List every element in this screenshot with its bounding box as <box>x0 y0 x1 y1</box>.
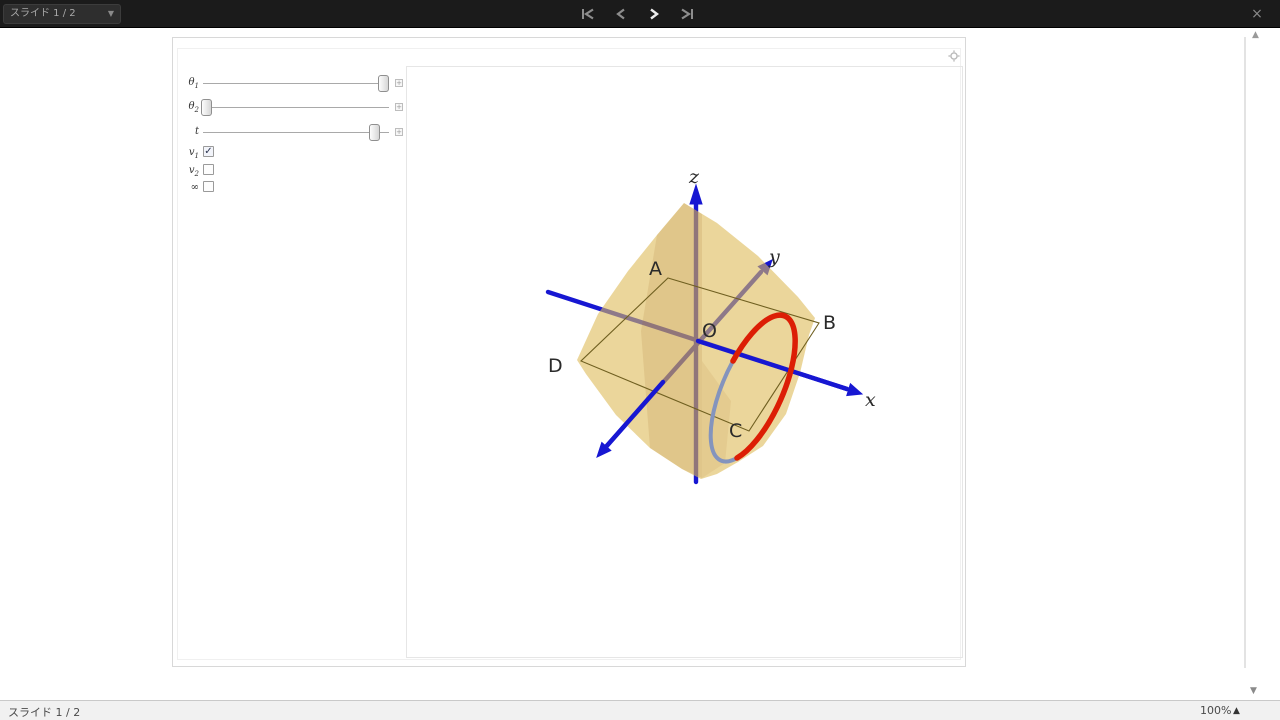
document-area: θ1 + θ2 + t + v <box>0 28 1280 700</box>
zoom-level[interactable]: 100% <box>1200 704 1231 717</box>
scrollbar-track[interactable] <box>1244 37 1246 668</box>
label-z-axis: z <box>688 166 700 188</box>
close-icon: × <box>1251 6 1263 22</box>
scroll-down-icon[interactable]: ▼ <box>1250 686 1257 696</box>
close-button[interactable]: × <box>1248 5 1266 23</box>
first-slide-button[interactable] <box>578 5 598 23</box>
chevron-down-icon: ▼ <box>108 5 114 23</box>
slide-navigation <box>578 3 697 25</box>
label-x-axis: x <box>865 389 876 411</box>
next-slide-button[interactable] <box>644 5 664 23</box>
previous-slide-button[interactable] <box>611 5 631 23</box>
chevron-right-icon <box>648 8 660 20</box>
label-y-axis: y <box>768 246 780 268</box>
chevron-left-icon <box>615 8 627 20</box>
label-D: D <box>548 355 563 377</box>
slide-selector-label: スライド 1 / 2 <box>10 5 76 23</box>
slide-page: θ1 + θ2 + t + v <box>172 37 966 667</box>
zoom-menu-caret-icon[interactable]: ▲ <box>1233 706 1240 716</box>
skip-to-last-icon <box>680 8 694 20</box>
label-A: A <box>649 258 662 280</box>
slide-selector-dropdown[interactable]: スライド 1 / 2 ▼ <box>3 4 121 24</box>
title-bar: スライド 1 / 2 ▼ × <box>0 0 1280 28</box>
slide-indicator: スライド 1 / 2 <box>8 704 80 720</box>
scroll-up-icon[interactable]: ▲ <box>1252 30 1259 40</box>
skip-to-first-icon <box>581 8 595 20</box>
3d-plot[interactable]: A B C D O x y z <box>173 38 967 668</box>
label-O: O <box>702 320 717 342</box>
status-bar: スライド 1 / 2 100% ▲ <box>0 700 1280 720</box>
last-slide-button[interactable] <box>677 5 697 23</box>
label-C: C <box>729 420 742 442</box>
label-B: B <box>823 312 836 334</box>
